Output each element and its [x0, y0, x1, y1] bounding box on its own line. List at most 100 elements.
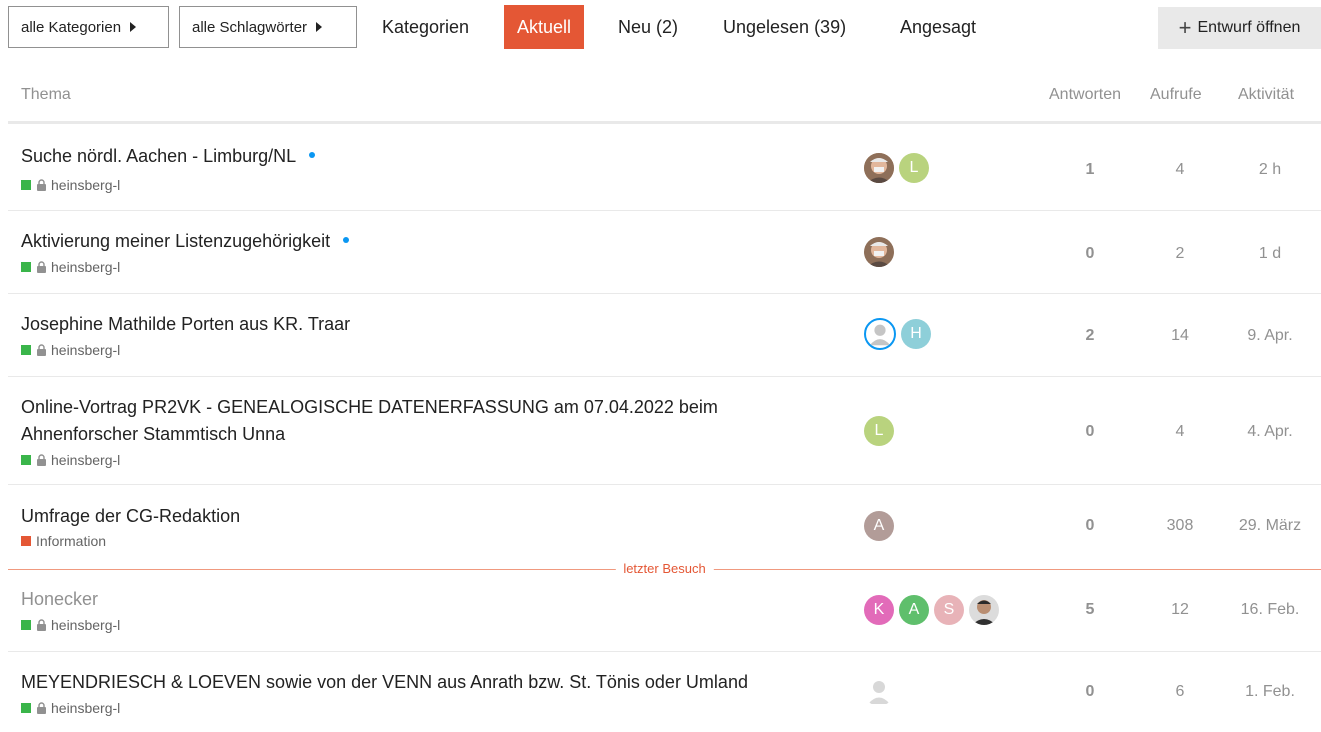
views-count: 4: [1175, 423, 1185, 440]
views-count: 4: [1175, 161, 1185, 178]
user-photo-avatar-icon[interactable]: [864, 153, 894, 183]
topic-row[interactable]: Honecker heinsberg-l K A S 5 12 16. Feb.: [8, 569, 1321, 652]
topic-category[interactable]: heinsberg-l: [21, 177, 120, 193]
topic-title: Umfrage der CG-Redaktion: [21, 506, 241, 526]
nav-top[interactable]: Angesagt: [887, 5, 989, 49]
topic-title: Honecker: [21, 589, 99, 609]
category-name: heinsberg-l: [51, 452, 121, 468]
avatar[interactable]: L: [899, 153, 929, 183]
topic-title-link[interactable]: Online-Vortrag PR2VK - GENEALOGISCHE DAT…: [21, 394, 718, 448]
topic-row[interactable]: Josephine Mathilde Porten aus KR. Traar …: [8, 294, 1321, 377]
nav-latest[interactable]: Aktuell: [504, 5, 585, 49]
topic-title-link[interactable]: Honecker: [21, 586, 98, 613]
topic-posters: L: [864, 416, 899, 446]
avatar[interactable]: A: [864, 511, 894, 541]
topic-title-line-2: Ahnenforscher Stammtisch Unna: [21, 424, 286, 444]
activity-time[interactable]: 29. März: [1225, 517, 1315, 535]
topic-category[interactable]: heinsberg-l: [21, 700, 120, 716]
topic-title: Josephine Mathilde Porten aus KR. Traar: [21, 314, 351, 334]
topic-list-navigation: alle Kategorien alle Schlagwörter Katego…: [8, 5, 1321, 49]
categories-dropdown[interactable]: alle Kategorien: [8, 6, 169, 48]
user-photo-avatar-icon[interactable]: [969, 595, 999, 625]
topic-row[interactable]: MEYENDRIESCH & LOEVEN sowie von der VENN…: [8, 652, 1321, 732]
topic-row[interactable]: Online-Vortrag PR2VK - GENEALOGISCHE DAT…: [8, 377, 1321, 485]
topic-category[interactable]: Information: [21, 533, 106, 549]
category-name: heinsberg-l: [51, 617, 121, 633]
caret-right-icon: [130, 22, 137, 32]
topic-category[interactable]: heinsberg-l: [21, 259, 120, 275]
lock-icon: [37, 619, 46, 631]
category-name: heinsberg-l: [51, 259, 121, 275]
topic-category[interactable]: heinsberg-l: [21, 342, 120, 358]
topic-category[interactable]: heinsberg-l: [21, 452, 120, 468]
topic-title-link[interactable]: Josephine Mathilde Porten aus KR. Traar: [21, 311, 350, 338]
unread-dot-icon: [343, 237, 350, 244]
topic-posters: [864, 237, 899, 267]
column-views[interactable]: Aufrufe: [1150, 86, 1202, 104]
category-color-badge: [21, 536, 31, 546]
column-activity[interactable]: Aktivität: [1238, 86, 1294, 104]
category-color-badge: [21, 262, 31, 272]
replies-count[interactable]: 0: [1050, 245, 1130, 263]
replies-count[interactable]: 0: [1050, 683, 1130, 701]
topic-title-link[interactable]: Umfrage der CG-Redaktion: [21, 503, 240, 530]
avatar[interactable]: L: [864, 416, 894, 446]
activity-time[interactable]: 9. Apr.: [1225, 327, 1315, 345]
default-avatar-icon[interactable]: [864, 676, 894, 706]
tags-dropdown-label: alle Schlagwörter: [192, 18, 308, 36]
caret-right-icon: [316, 22, 323, 32]
lock-icon: [37, 179, 46, 191]
nav-new[interactable]: Neu (2): [605, 5, 691, 49]
default-avatar-icon[interactable]: [864, 318, 896, 350]
topic-posters: A: [864, 511, 899, 541]
activity-time[interactable]: 4. Apr.: [1225, 423, 1315, 441]
lock-icon: [37, 702, 46, 714]
user-photo-avatar-icon[interactable]: [864, 237, 894, 267]
lock-icon: [37, 261, 46, 273]
category-color-badge: [21, 455, 31, 465]
topic-title-link[interactable]: MEYENDRIESCH & LOEVEN sowie von der VENN…: [21, 669, 748, 696]
nav-categories[interactable]: Kategorien: [369, 5, 482, 49]
avatar[interactable]: K: [864, 595, 894, 625]
lock-icon: [37, 454, 46, 466]
avatar[interactable]: S: [934, 595, 964, 625]
avatar[interactable]: H: [901, 319, 931, 349]
avatar[interactable]: A: [899, 595, 929, 625]
views-count: 14: [1171, 327, 1189, 344]
topic-title-link[interactable]: Aktivierung meiner Listenzugehörigkeit: [21, 228, 350, 255]
topic-title: Suche nördl. Aachen - Limburg/NL: [21, 146, 297, 166]
activity-time[interactable]: 16. Feb.: [1225, 601, 1315, 619]
column-topic[interactable]: Thema: [21, 86, 71, 104]
nav-unread[interactable]: Ungelesen (39): [710, 5, 859, 49]
topic-posters: L: [864, 153, 934, 183]
topic-row[interactable]: Aktivierung meiner Listenzugehörigkeit h…: [8, 211, 1321, 294]
topic-posters: K A S: [864, 595, 1004, 625]
views-count: 12: [1171, 601, 1189, 618]
category-color-badge: [21, 703, 31, 713]
replies-count[interactable]: 1: [1050, 161, 1130, 179]
topic-row[interactable]: Umfrage der CG-Redaktion Information A 0…: [8, 485, 1321, 569]
topic-list-header: Thema Antworten Aufrufe Aktivität: [8, 72, 1321, 124]
activity-time[interactable]: 2 h: [1225, 161, 1315, 179]
category-color-badge: [21, 180, 31, 190]
replies-count[interactable]: 0: [1050, 423, 1130, 441]
replies-count[interactable]: 5: [1050, 601, 1130, 619]
topic-title-link[interactable]: Suche nördl. Aachen - Limburg/NL: [21, 143, 316, 170]
activity-time[interactable]: 1. Feb.: [1225, 683, 1315, 701]
tags-dropdown[interactable]: alle Schlagwörter: [179, 6, 357, 48]
topic-category[interactable]: heinsberg-l: [21, 617, 120, 633]
lock-icon: [37, 344, 46, 356]
replies-count[interactable]: 2: [1050, 327, 1130, 345]
unread-dot-icon: [309, 152, 316, 159]
topic-title-line-1: Online-Vortrag PR2VK - GENEALOGISCHE DAT…: [21, 397, 718, 417]
topic-posters: [864, 676, 899, 706]
column-replies[interactable]: Antworten: [1049, 86, 1121, 104]
open-draft-button[interactable]: + Entwurf öffnen: [1158, 7, 1321, 49]
topic-title: Aktivierung meiner Listenzugehörigkeit: [21, 231, 331, 251]
replies-count[interactable]: 0: [1050, 517, 1130, 535]
topic-row[interactable]: Suche nördl. Aachen - Limburg/NL heinsbe…: [8, 127, 1321, 211]
topic-title: MEYENDRIESCH & LOEVEN sowie von der VENN…: [21, 672, 748, 692]
activity-time[interactable]: 1 d: [1225, 245, 1315, 263]
category-name: heinsberg-l: [51, 177, 121, 193]
views-count: 2: [1175, 245, 1185, 262]
